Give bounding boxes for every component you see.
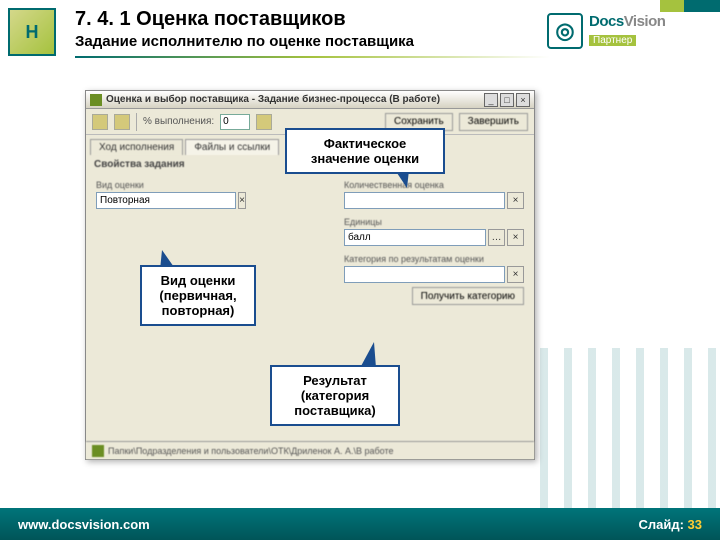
statusbar: Папки\Подразделения и пользователи\ОТК\Д… <box>86 441 534 459</box>
slide-number: Слайд: 33 <box>638 517 702 532</box>
minimize-button[interactable]: _ <box>484 93 498 107</box>
quant-label: Количественная оценка <box>344 180 524 190</box>
category-input[interactable] <box>344 266 505 283</box>
units-label: Единицы <box>344 217 524 227</box>
tab-files[interactable]: Файлы и ссылки <box>185 139 279 155</box>
get-category-button[interactable]: Получить категорию <box>412 287 524 305</box>
window-icon <box>90 94 102 106</box>
units-more-button[interactable]: … <box>488 229 505 246</box>
pct-label: % выполнения: <box>143 116 214 127</box>
footer-url: www.docsvision.com <box>18 517 638 532</box>
complete-button[interactable]: Завершить <box>459 113 528 131</box>
kind-label: Вид оценки <box>96 180 246 190</box>
maximize-button[interactable]: □ <box>500 93 514 107</box>
slide-subtitle: Задание исполнителю по оценке поставщика <box>75 33 550 50</box>
slide-header: 7. 4. 1 Оценка поставщиков Задание испол… <box>75 8 550 58</box>
slide-title: 7. 4. 1 Оценка поставщиков <box>75 8 550 31</box>
category-clear-button[interactable]: × <box>507 266 524 283</box>
tool-icon-2[interactable] <box>114 114 130 130</box>
callout-result: Результат (категория поставщика) <box>270 365 400 426</box>
quant-input[interactable] <box>344 192 505 209</box>
kind-clear-button[interactable]: × <box>238 192 246 209</box>
status-icon <box>92 445 104 457</box>
save-icon[interactable] <box>92 114 108 130</box>
header-divider <box>75 56 550 58</box>
pct-spinner[interactable] <box>256 114 272 130</box>
window-title: Оценка и выбор поставщика - Задание бизн… <box>106 94 482 105</box>
close-button[interactable]: × <box>516 93 530 107</box>
kind-input[interactable] <box>96 192 236 209</box>
slide-footer: www.docsvision.com Слайд: 33 <box>0 508 720 540</box>
partner-badge: Партнер <box>589 35 636 46</box>
docsvision-name: DocsVision <box>589 13 665 30</box>
units-input[interactable] <box>344 229 486 246</box>
right-column: Количественная оценка × Единицы … × Кате… <box>344 180 524 313</box>
quant-clear-button[interactable]: × <box>507 192 524 209</box>
callout-kind: Вид оценки (первичная, повторная) <box>140 265 256 326</box>
callout-actual-value: Фактическое значение оценки <box>285 128 445 174</box>
docsvision-icon: ◎ <box>547 13 583 49</box>
company-logo-icon: Н <box>8 8 56 56</box>
pct-input[interactable] <box>220 114 250 130</box>
tab-progress[interactable]: Ход исполнения <box>90 139 183 155</box>
partner-logo: ◎ DocsVision Партнер <box>547 8 702 53</box>
window-titlebar: Оценка и выбор поставщика - Задание бизн… <box>86 91 534 109</box>
status-text: Папки\Подразделения и пользователи\ОТК\Д… <box>108 446 394 456</box>
toolbar-separator <box>136 113 137 131</box>
background-decor <box>540 348 720 508</box>
units-clear-button[interactable]: × <box>507 229 524 246</box>
category-label: Категория по результатам оценки <box>344 254 524 264</box>
